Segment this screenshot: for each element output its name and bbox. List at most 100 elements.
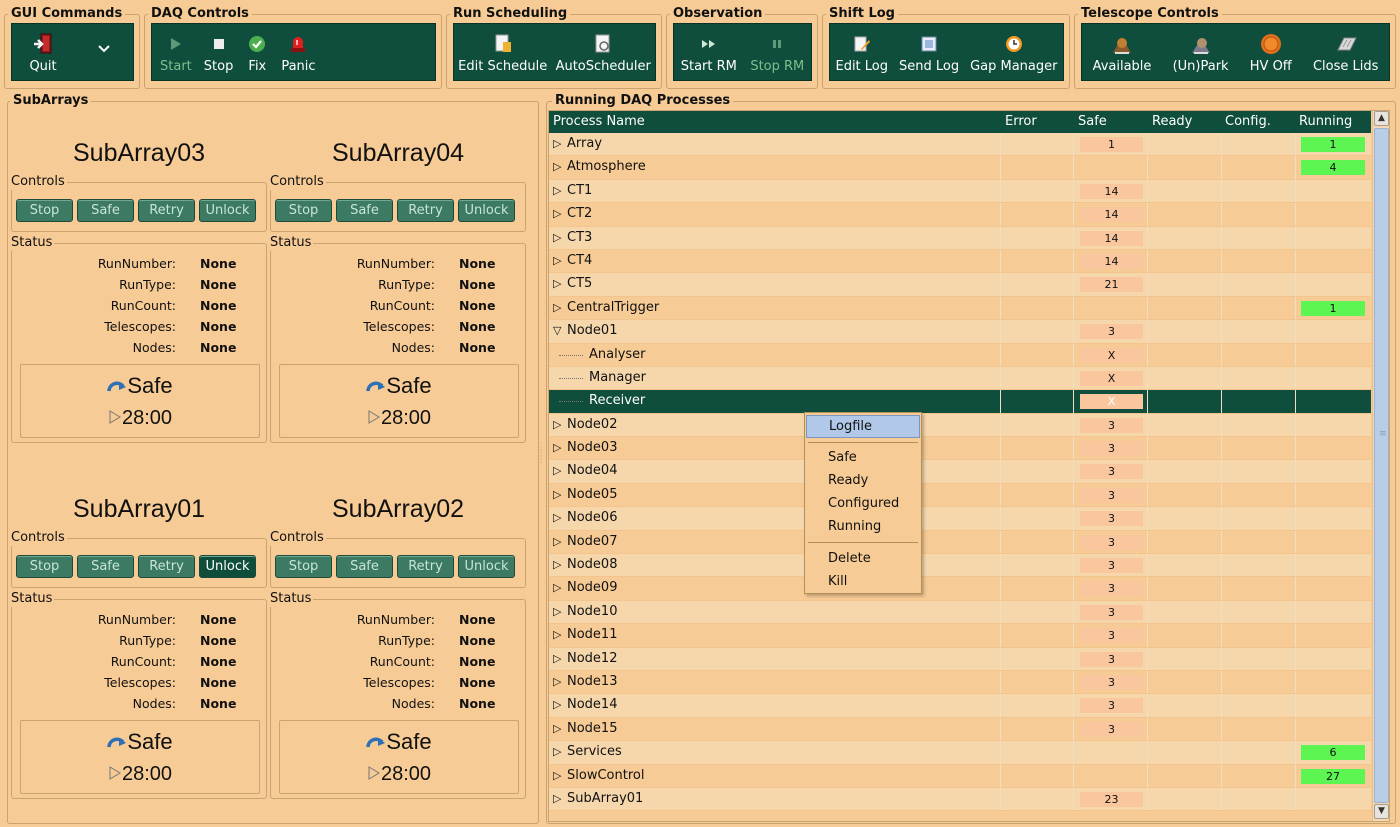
stop-button[interactable]: Stop	[275, 199, 332, 222]
safe-button[interactable]: Safe	[336, 199, 393, 222]
collapsed-triangle-icon[interactable]: ▷	[553, 207, 567, 220]
retry-button[interactable]: Retry	[138, 199, 195, 222]
close-lids-button[interactable]: Close Lids	[1309, 24, 1382, 80]
column-ready[interactable]: Ready	[1152, 114, 1192, 129]
stop-button[interactable]: Stop	[16, 555, 73, 578]
collapsed-triangle-icon[interactable]: ▷	[553, 184, 567, 197]
scroll-down-icon[interactable]: ▼	[1374, 804, 1389, 819]
start-button[interactable]: Start	[156, 24, 196, 80]
table-row[interactable]: ▷ Node07 3	[549, 530, 1371, 555]
scrollbar-thumb[interactable]: ≡	[1374, 128, 1389, 803]
table-row[interactable]: ▷ CT2 14	[549, 203, 1371, 227]
column-process-name[interactable]: Process Name	[553, 114, 645, 129]
menu-item-configured[interactable]: Configured	[806, 492, 920, 515]
table-row[interactable]: ▷ Atmosphere 4	[549, 156, 1371, 180]
table-row[interactable]: ▷ Node14 3	[549, 694, 1371, 718]
table-row[interactable]: ▷ Services 6	[549, 741, 1371, 765]
column-safe[interactable]: Safe	[1078, 114, 1107, 129]
table-row[interactable]: ▷ CT1 14	[549, 179, 1371, 204]
retry-button[interactable]: Retry	[397, 555, 454, 578]
expanded-triangle-icon[interactable]: ▽	[553, 324, 567, 337]
table-row[interactable]: ▷ Node08 3	[549, 554, 1371, 578]
column-error[interactable]: Error	[1005, 114, 1037, 129]
table-row[interactable]: ▷ Array 1 1	[549, 133, 1371, 157]
table-row[interactable]: ▷ Node03 3	[549, 437, 1371, 461]
stop-button[interactable]: Stop	[275, 555, 332, 578]
panel-splitter-handle[interactable]: ⋮ ⋮ ⋮	[536, 443, 546, 485]
safe-button[interactable]: Safe	[77, 555, 134, 578]
table-row[interactable]: ▷ CT4 14	[549, 249, 1371, 274]
collapsed-triangle-icon[interactable]: ▷	[553, 231, 567, 244]
table-row[interactable]: ▷ Node13 3	[549, 670, 1371, 695]
menu-item-safe[interactable]: Safe	[806, 446, 920, 469]
table-row[interactable]: ▷ Node04 3	[549, 460, 1371, 484]
table-row[interactable]: ▷ SlowControl 27	[549, 764, 1371, 788]
collapsed-triangle-icon[interactable]: ▷	[553, 254, 567, 267]
collapsed-triangle-icon[interactable]: ▷	[553, 652, 567, 665]
collapsed-triangle-icon[interactable]: ▷	[553, 698, 567, 711]
panic-button[interactable]: Panic	[277, 24, 319, 80]
collapsed-triangle-icon[interactable]: ▷	[553, 558, 567, 571]
collapsed-triangle-icon[interactable]: ▷	[553, 137, 567, 150]
menu-item-running[interactable]: Running	[806, 515, 920, 538]
vertical-scrollbar[interactable]: ▲ ≡ ▼	[1372, 111, 1389, 821]
quit-button[interactable]: Quit	[25, 24, 60, 80]
table-row[interactable]: ▷ Node06 3	[549, 507, 1371, 531]
table-row[interactable]: ▷ Node05 3	[549, 483, 1371, 508]
menu-item-delete[interactable]: Delete	[806, 547, 920, 570]
menu-item-kill[interactable]: Kill	[806, 570, 920, 593]
collapsed-triangle-icon[interactable]: ▷	[553, 581, 567, 594]
available-button[interactable]: Available	[1089, 24, 1156, 80]
collapsed-triangle-icon[interactable]: ▷	[553, 301, 567, 314]
edit-schedule-button[interactable]: Edit Schedule	[454, 24, 551, 80]
table-row[interactable]: ▽ Node01 3	[549, 320, 1371, 344]
send-log-button[interactable]: Send Log	[895, 24, 963, 80]
table-row[interactable]: Receiver X	[549, 390, 1371, 414]
start-rm-button[interactable]: Start RM	[677, 24, 741, 80]
table-row[interactable]: ▷ Node11 3	[549, 624, 1371, 648]
table-row[interactable]: ▷ Node15 3	[549, 717, 1371, 742]
collapsed-triangle-icon[interactable]: ▷	[553, 441, 567, 454]
edit-log-button[interactable]: Edit Log	[831, 24, 892, 80]
retry-button[interactable]: Retry	[397, 199, 454, 222]
collapsed-triangle-icon[interactable]: ▷	[553, 769, 567, 782]
collapsed-triangle-icon[interactable]: ▷	[553, 535, 567, 548]
column-running[interactable]: Running	[1299, 114, 1352, 129]
table-row[interactable]: ▷ Node12 3	[549, 647, 1371, 671]
unlock-button[interactable]: Unlock	[199, 555, 256, 578]
autoscheduler-button[interactable]: AutoScheduler	[552, 24, 655, 80]
gap-manager-button[interactable]: Gap Manager	[966, 24, 1061, 80]
stop-button[interactable]: Stop	[16, 199, 73, 222]
collapsed-triangle-icon[interactable]: ▷	[553, 511, 567, 524]
hv-off-button[interactable]: HV Off	[1246, 24, 1296, 80]
table-row[interactable]: ▷ Node10 3	[549, 600, 1371, 625]
collapsed-triangle-icon[interactable]: ▷	[553, 277, 567, 290]
column-config[interactable]: Config.	[1225, 114, 1271, 129]
fix-button[interactable]: Fix	[241, 24, 273, 80]
table-row[interactable]: Manager X	[549, 366, 1371, 391]
unlock-button[interactable]: Unlock	[199, 199, 256, 222]
menu-item-ready[interactable]: Ready	[806, 469, 920, 492]
collapsed-triangle-icon[interactable]: ▷	[553, 160, 567, 173]
table-row[interactable]: ▷ CT5 21	[549, 273, 1371, 297]
gui-menu-dropdown-button[interactable]	[88, 24, 120, 80]
collapsed-triangle-icon[interactable]: ▷	[553, 464, 567, 477]
collapsed-triangle-icon[interactable]: ▷	[553, 605, 567, 618]
unpark-button[interactable]: (Un)Park	[1169, 24, 1233, 80]
table-row[interactable]: ▷ CentralTrigger 1	[549, 296, 1371, 321]
table-row[interactable]: ▷ SubArray01 23	[549, 787, 1371, 812]
unlock-button[interactable]: Unlock	[458, 555, 515, 578]
table-row[interactable]: ▷ Node09 3	[549, 577, 1371, 601]
scroll-up-icon[interactable]: ▲	[1374, 111, 1389, 126]
stop-rm-button[interactable]: Stop RM	[746, 24, 808, 80]
collapsed-triangle-icon[interactable]: ▷	[553, 675, 567, 688]
safe-button[interactable]: Safe	[336, 555, 393, 578]
menu-item-logfile[interactable]: Logfile	[806, 415, 920, 438]
collapsed-triangle-icon[interactable]: ▷	[553, 792, 567, 805]
collapsed-triangle-icon[interactable]: ▷	[553, 722, 567, 735]
table-row[interactable]: ▷ CT3 14	[549, 226, 1371, 250]
collapsed-triangle-icon[interactable]: ▷	[553, 628, 567, 641]
collapsed-triangle-icon[interactable]: ▷	[553, 488, 567, 501]
table-row[interactable]: Analyser X	[549, 343, 1371, 367]
retry-button[interactable]: Retry	[138, 555, 195, 578]
